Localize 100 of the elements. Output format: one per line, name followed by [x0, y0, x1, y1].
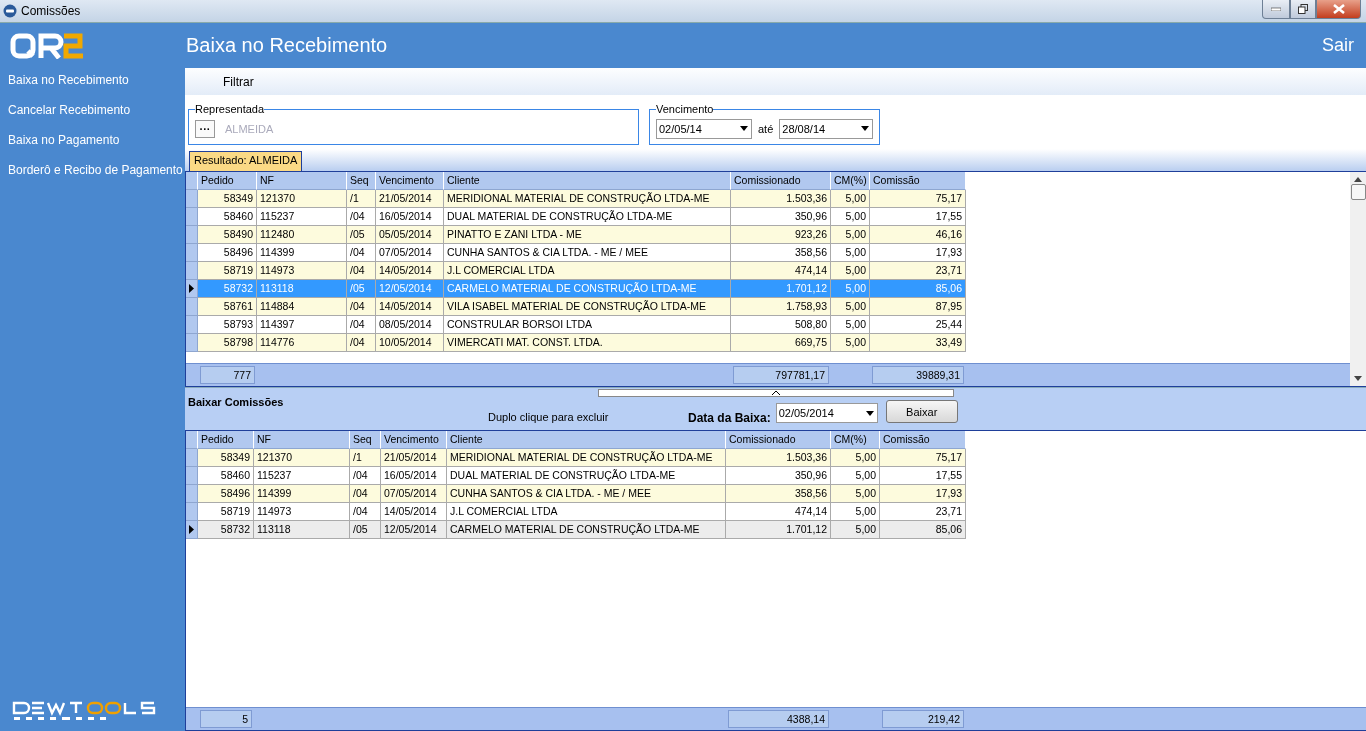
table-cell: 114399 — [254, 485, 350, 503]
table-cell: 14/05/2014 — [376, 298, 444, 316]
table-cell: 5,00 — [831, 521, 880, 539]
exit-link[interactable]: Sair — [1322, 35, 1354, 56]
table-cell: 5,00 — [831, 334, 870, 352]
table-cell: /04 — [347, 298, 376, 316]
table-cell: 23,71 — [870, 262, 966, 280]
table-cell: /05 — [350, 521, 381, 539]
table-cell: 121370 — [257, 190, 347, 208]
scroll-up-icon[interactable] — [1354, 177, 1362, 182]
close-icon — [1332, 4, 1345, 14]
window-title: Comissões — [21, 4, 82, 18]
table-cell: 75,17 — [870, 190, 966, 208]
table-cell: 1.758,93 — [731, 298, 831, 316]
table-cell: 58349 — [198, 190, 257, 208]
table-cell: 358,56 — [726, 485, 831, 503]
table-row[interactable]: 58496 114399 /04 07/05/2014 CUNHA SANTOS & CIA LTDA. - ME / MEE 358,56 5,00 17,93 — [186, 485, 966, 503]
browse-button[interactable]: ··· — [195, 119, 215, 138]
table-row[interactable]: 58349 121370 /1 21/05/2014 MERIDIONAL MATERIAL DE CONSTRUÇÃO LTDA-ME 1.503,36 5,00 75,17 — [186, 190, 966, 208]
table-cell: PINATTO E ZANI LTDA - ME — [444, 226, 731, 244]
row-header[interactable] — [186, 521, 198, 539]
range-label: até — [758, 122, 774, 135]
chevron-up-icon — [772, 390, 780, 395]
table-row[interactable]: 58761 114884 /04 14/05/2014 VILA ISABEL MATERIAL DE CONSTRUÇÃO LTDA-ME 1.758,93 5,00 87,95 — [186, 298, 966, 316]
table-cell: /04 — [350, 485, 381, 503]
row-pointer-icon — [189, 284, 194, 293]
table-cell: 17,93 — [880, 485, 966, 503]
table-cell: 5,00 — [831, 485, 880, 503]
date-dropdown[interactable]: 02/05/2014 — [775, 403, 878, 423]
group-label: Representada — [195, 103, 265, 115]
sidebar-item[interactable]: Baixa no Recebimento — [8, 72, 129, 88]
table-cell: 05/05/2014 — [376, 226, 444, 244]
table-row[interactable]: 58798 114776 /04 10/05/2014 VIMERCATI MAT. CONST. LTDA. 669,75 5,00 33,49 — [186, 334, 966, 352]
table-cell: 21/05/2014 — [381, 449, 447, 467]
minimize-icon — [1271, 7, 1281, 11]
table-cell: 5,00 — [831, 280, 870, 298]
table-cell: 121370 — [254, 449, 350, 467]
table-cell: 87,95 — [870, 298, 966, 316]
table-cell: /1 — [347, 190, 376, 208]
table-cell: 12/05/2014 — [381, 521, 447, 539]
table-cell: J.L COMERCIAL LTDA — [444, 262, 731, 280]
table-cell: 14/05/2014 — [376, 262, 444, 280]
table-cell: 58490 — [198, 226, 257, 244]
table-cell: MERIDIONAL MATERIAL DE CONSTRUÇÃO LTDA-ME — [444, 190, 731, 208]
result-tab[interactable]: Resultado: ALMEIDA — [189, 151, 303, 171]
table-cell: CARMELO MATERIAL DE CONSTRUÇÃO LTDA-ME — [444, 280, 731, 298]
app-icon — [3, 4, 17, 18]
table-cell: MERIDIONAL MATERIAL DE CONSTRUÇÃO LTDA-ME — [447, 449, 726, 467]
table-cell: 1.503,36 — [726, 449, 831, 467]
table-cell: 113118 — [254, 521, 350, 539]
table-cell: 21/05/2014 — [376, 190, 444, 208]
field-value: ALMEIDA — [225, 122, 274, 135]
date-dropdown[interactable]: 02/05/14 — [656, 118, 752, 139]
table-cell: VILA ISABEL MATERIAL DE CONSTRUÇÃO LTDA-ME — [444, 298, 731, 316]
row-header[interactable] — [186, 280, 198, 298]
table-cell: 5,00 — [831, 298, 870, 316]
table-cell: 1.503,36 — [731, 190, 831, 208]
table-row[interactable]: 58349 121370 /1 21/05/2014 MERIDIONAL MATERIAL DE CONSTRUÇÃO LTDA-ME 1.503,36 5,00 75,17 — [186, 449, 966, 467]
row-pointer-icon — [189, 525, 194, 534]
table-row[interactable]: 58490 112480 /05 05/05/2014 PINATTO E ZANI LTDA - ME 923,26 5,00 46,16 — [186, 226, 966, 244]
table-cell: /04 — [347, 334, 376, 352]
table-cell: 114776 — [257, 334, 347, 352]
total-field: 5 — [200, 710, 252, 728]
toolbar-item[interactable]: Filtrar — [223, 74, 254, 89]
table-cell: 114884 — [257, 298, 347, 316]
table-cell: CUNHA SANTOS & CIA LTDA. - ME / MEE — [447, 485, 726, 503]
sidebar-item[interactable]: Borderô e Recibo de Pagamento — [8, 162, 183, 178]
close-button[interactable] — [1316, 0, 1361, 19]
table-cell: /05 — [347, 226, 376, 244]
date-dropdown[interactable]: 28/08/14 — [779, 118, 874, 139]
table-row[interactable]: 58732 113118 /05 12/05/2014 CARMELO MATERIAL DE CONSTRUÇÃO LTDA-ME 1.701,12 5,00 85,06 — [186, 521, 966, 539]
sidebar-item[interactable]: Baixa no Pagamento — [8, 132, 120, 148]
hint-text: Duplo clique para excluir — [488, 411, 610, 425]
table-cell: 46,16 — [870, 226, 966, 244]
table-cell: 75,17 — [880, 449, 966, 467]
restore-button[interactable] — [1290, 0, 1316, 19]
table-cell: 58798 — [198, 334, 257, 352]
table-cell: 58732 — [198, 280, 257, 298]
table-cell: 12/05/2014 — [376, 280, 444, 298]
table-cell: 114973 — [257, 262, 347, 280]
table-cell: 5,00 — [831, 449, 880, 467]
sidebar-item[interactable]: Cancelar Recebimento — [8, 102, 131, 118]
table-cell: 1.701,12 — [726, 521, 831, 539]
table-cell: VIMERCATI MAT. CONST. LTDA. — [444, 334, 731, 352]
baixar-button[interactable]: Baixar — [885, 400, 958, 423]
table-cell: 10/05/2014 — [376, 334, 444, 352]
table-cell: 5,00 — [831, 262, 870, 280]
table-cell: 58349 — [198, 449, 254, 467]
scrollbar-thumb[interactable] — [1350, 184, 1366, 200]
splitter-handle[interactable] — [598, 389, 954, 397]
scrollbar[interactable] — [1350, 172, 1366, 386]
scroll-down-icon[interactable] — [1354, 376, 1362, 381]
table-cell: 85,06 — [880, 521, 966, 539]
table-row[interactable]: 58719 114973 /04 14/05/2014 J.L COMERCIAL LTDA 474,14 5,00 23,71 — [186, 262, 966, 280]
total-field: 777 — [200, 366, 255, 384]
total-field: 39889,31 — [872, 366, 964, 384]
table-cell: 07/05/2014 — [381, 485, 447, 503]
total-field: 797781,17 — [733, 366, 829, 384]
table-cell: 112480 — [257, 226, 347, 244]
table-cell: 923,26 — [731, 226, 831, 244]
